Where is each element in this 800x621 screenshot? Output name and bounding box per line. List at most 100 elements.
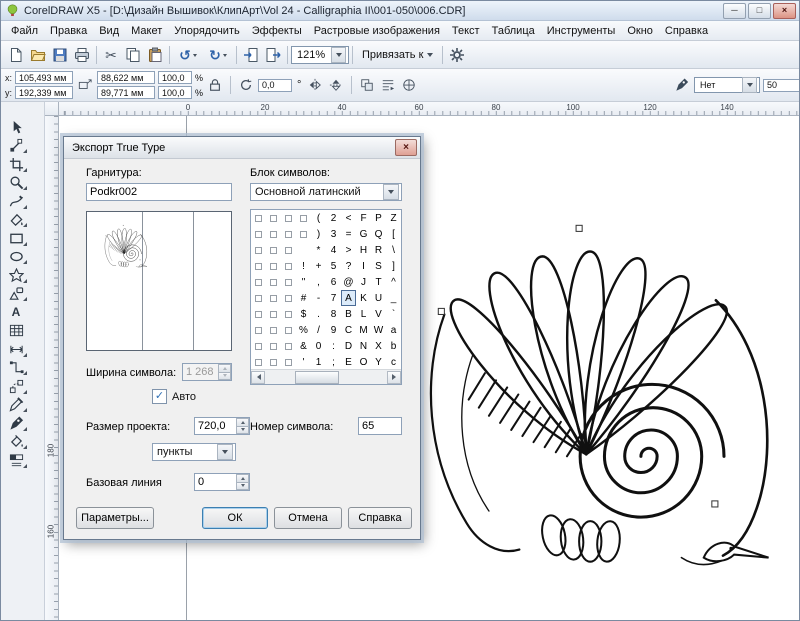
polygon-tool[interactable]: [3, 266, 29, 285]
menu-edit[interactable]: Правка: [44, 23, 93, 39]
char-cell[interactable]: #: [296, 290, 311, 306]
char-cell[interactable]: =: [341, 226, 356, 242]
smart-fill-tool[interactable]: [3, 211, 29, 230]
char-cell[interactable]: ': [296, 354, 311, 370]
pos-y-field[interactable]: 192,339 мм: [15, 86, 73, 99]
char-cell[interactable]: [281, 306, 296, 322]
copy-button[interactable]: [122, 44, 144, 66]
char-cell[interactable]: M: [356, 322, 371, 338]
char-cell[interactable]: [266, 322, 281, 338]
char-cell[interactable]: !: [296, 258, 311, 274]
maximize-button[interactable]: □: [748, 3, 771, 19]
char-cell[interactable]: G: [356, 226, 371, 242]
char-cell[interactable]: 1: [311, 354, 326, 370]
char-cell[interactable]: [266, 306, 281, 322]
char-cell[interactable]: b: [386, 338, 401, 354]
char-cell[interactable]: R: [371, 242, 386, 258]
vertical-ruler[interactable]: 180 160: [45, 116, 59, 621]
char-cell[interactable]: %: [296, 322, 311, 338]
char-cell[interactable]: J: [356, 274, 371, 290]
new-document-button[interactable]: [5, 44, 27, 66]
spin-down-button[interactable]: [236, 482, 249, 491]
char-cell[interactable]: 2: [326, 210, 341, 226]
fill-tool[interactable]: [3, 433, 29, 452]
dialog-close-button[interactable]: ×: [395, 139, 417, 156]
freehand-tool[interactable]: [3, 192, 29, 211]
minimize-button[interactable]: ─: [723, 3, 746, 19]
menu-layout[interactable]: Макет: [125, 23, 168, 39]
char-cell[interactable]: [251, 306, 266, 322]
char-cell[interactable]: [251, 290, 266, 306]
blend-tool[interactable]: [3, 377, 29, 396]
outline-width-dropdown-button[interactable]: [742, 77, 757, 93]
char-cell[interactable]: I: [356, 258, 371, 274]
menu-arrange[interactable]: Упорядочить: [168, 23, 245, 39]
spin-down-button[interactable]: [236, 426, 249, 435]
paste-button[interactable]: [144, 44, 166, 66]
char-cell[interactable]: [281, 322, 296, 338]
menu-tools[interactable]: Инструменты: [541, 23, 622, 39]
char-cell[interactable]: [281, 338, 296, 354]
char-cell[interactable]: <: [341, 210, 356, 226]
char-cell[interactable]: [281, 258, 296, 274]
char-cell[interactable]: `: [386, 306, 401, 322]
char-cell[interactable]: 0: [311, 338, 326, 354]
char-cell[interactable]: ): [311, 226, 326, 242]
object-height-field[interactable]: 89,771 мм: [97, 86, 155, 99]
basic-shapes-tool[interactable]: [3, 285, 29, 304]
char-cell[interactable]: [281, 226, 296, 242]
open-button[interactable]: [27, 44, 49, 66]
units-dropdown[interactable]: пункты: [152, 443, 236, 461]
help-button[interactable]: Справка: [348, 507, 412, 529]
toolbar-extra-icon-2[interactable]: [379, 76, 397, 94]
char-cell[interactable]: [: [386, 226, 401, 242]
symbol-block-dropdown-button[interactable]: [383, 184, 399, 200]
char-cell[interactable]: [251, 338, 266, 354]
char-cell[interactable]: H: [356, 242, 371, 258]
char-cell[interactable]: [266, 258, 281, 274]
char-cell[interactable]: [266, 338, 281, 354]
checkbox-check-icon[interactable]: ✓: [152, 389, 167, 404]
dialog-title-bar[interactable]: Экспорт True Type ×: [64, 137, 420, 159]
char-cell[interactable]: U: [371, 290, 386, 306]
char-cell[interactable]: [251, 322, 266, 338]
save-button[interactable]: [49, 44, 71, 66]
horizontal-ruler[interactable]: 0 20 40 60 80 100 120 140: [59, 102, 799, 116]
export-button[interactable]: [262, 44, 284, 66]
char-cell[interactable]: $: [296, 306, 311, 322]
char-cell[interactable]: N: [356, 338, 371, 354]
char-cell[interactable]: [281, 242, 296, 258]
auto-checkbox[interactable]: ✓ Авто: [152, 389, 196, 404]
menu-view[interactable]: Вид: [93, 23, 125, 39]
char-cell[interactable]: [296, 226, 311, 242]
char-cell[interactable]: [281, 274, 296, 290]
char-cell[interactable]: [281, 210, 296, 226]
cancel-button[interactable]: Отмена: [274, 507, 342, 529]
pick-tool[interactable]: [3, 118, 29, 137]
toolbar-extra-icon-3[interactable]: [400, 76, 418, 94]
char-cell[interactable]: c: [386, 354, 401, 370]
char-cell[interactable]: Z: [386, 210, 401, 226]
options-button[interactable]: [446, 44, 468, 66]
char-cell[interactable]: W: [371, 322, 386, 338]
eyedropper-tool[interactable]: [3, 396, 29, 415]
char-cell[interactable]: D: [341, 338, 356, 354]
menu-help[interactable]: Справка: [659, 23, 714, 39]
mirror-vertical-icon[interactable]: [327, 76, 345, 94]
interactive-fill-tool[interactable]: [3, 451, 29, 470]
symbol-number-input[interactable]: [358, 417, 402, 435]
char-cell[interactable]: 4: [326, 242, 341, 258]
outline-pen-icon[interactable]: [673, 76, 691, 94]
scale-x-field[interactable]: 100,0: [158, 71, 192, 84]
char-cell[interactable]: A: [341, 290, 356, 306]
char-cell[interactable]: [296, 210, 311, 226]
symbol-block-dropdown[interactable]: Основной латинский: [250, 183, 402, 201]
char-cell[interactable]: P: [371, 210, 386, 226]
char-cell[interactable]: [281, 354, 296, 370]
menu-effects[interactable]: Эффекты: [246, 23, 308, 39]
char-cell[interactable]: [251, 258, 266, 274]
spin-up-button[interactable]: [236, 418, 249, 426]
ruler-origin-corner[interactable]: [45, 102, 59, 116]
zoom-tool[interactable]: [3, 174, 29, 193]
text-tool[interactable]: A: [3, 303, 29, 322]
